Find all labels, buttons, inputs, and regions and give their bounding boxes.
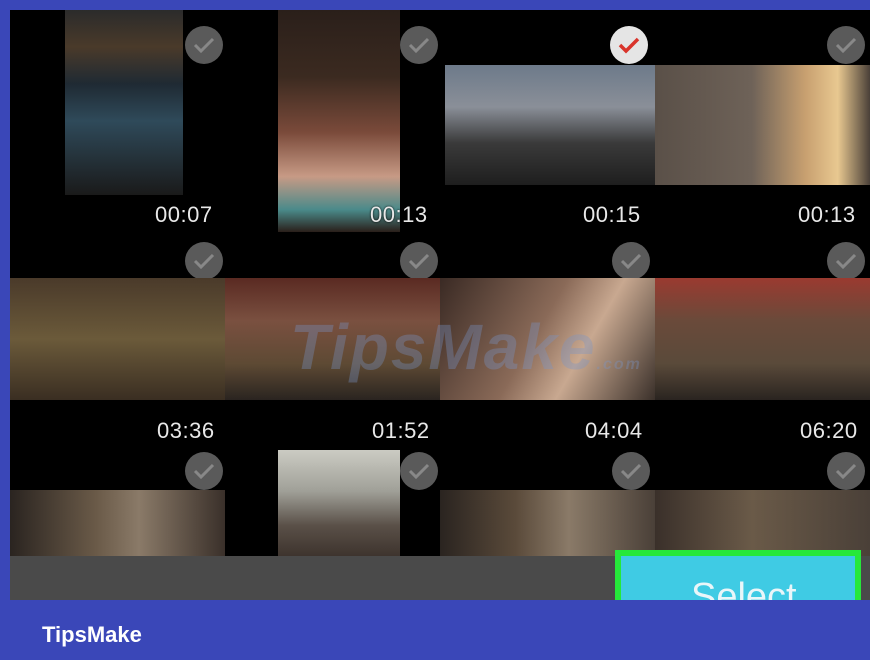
checkmark-icon [408,37,430,54]
select-checkbox[interactable] [610,26,648,64]
select-checkbox[interactable] [612,452,650,490]
video-duration: 00:13 [370,202,428,227]
video-thumbnail[interactable]: 00:07 [10,10,225,250]
video-picker-screen: 00:07 00:13 00:15 00:13 03:36 01:52 04:0… [10,10,870,600]
checkmark-icon [835,253,857,270]
checkmark-icon [193,253,215,270]
watermark: TipsMake.com [290,311,642,383]
video-duration: 03:36 [157,418,215,443]
video-thumbnail[interactable]: 00:13 [655,10,870,250]
video-thumbnail[interactable]: 06:20 [655,240,870,455]
footer-bar: TipsMake [0,600,870,660]
checkmark-icon [408,253,430,270]
video-duration: 01:52 [372,418,430,443]
video-thumbnail[interactable] [10,450,225,560]
video-duration: 06:20 [800,418,858,443]
select-checkbox[interactable] [612,242,650,280]
select-checkbox[interactable] [185,242,223,280]
thumbnail-image [10,490,225,560]
frame-top [0,0,870,10]
checkmark-icon [835,463,857,480]
select-checkbox[interactable] [400,452,438,490]
select-checkbox[interactable] [400,26,438,64]
video-thumbnail[interactable]: 03:36 [10,240,225,455]
video-thumbnail[interactable] [655,450,870,560]
video-thumbnail[interactable]: 00:15 [440,10,655,250]
video-duration: 00:07 [155,202,213,227]
brand-logo: TipsMake [42,622,142,647]
checkmark-icon [835,37,857,54]
thumbnail-image [278,10,400,232]
thumbnail-image [65,10,183,195]
select-checkbox[interactable] [827,242,865,280]
frame-left [0,0,10,660]
video-duration: 00:15 [583,202,641,227]
thumbnail-image [655,65,870,185]
video-thumbnail[interactable]: 00:13 [225,10,440,250]
select-checkbox[interactable] [185,26,223,64]
checkmark-icon [193,463,215,480]
checkmark-icon [620,253,642,270]
select-checkbox[interactable] [827,452,865,490]
video-duration: 00:13 [798,202,856,227]
select-button-label: Select [691,576,797,600]
select-checkbox[interactable] [185,452,223,490]
select-checkbox[interactable] [827,26,865,64]
select-checkbox[interactable] [400,242,438,280]
thumbnail-image [10,278,225,400]
thumbnail-image [445,65,655,185]
thumbnail-image [655,278,870,400]
select-button[interactable]: Select [615,550,861,600]
video-thumbnail[interactable] [440,450,655,560]
checkmark-icon [408,463,430,480]
checkmark-icon [620,463,642,480]
video-duration: 04:04 [585,418,643,443]
thumbnail-image [278,450,400,560]
checkmark-icon [618,37,640,54]
checkmark-icon [193,37,215,54]
video-thumbnail[interactable] [225,450,440,560]
